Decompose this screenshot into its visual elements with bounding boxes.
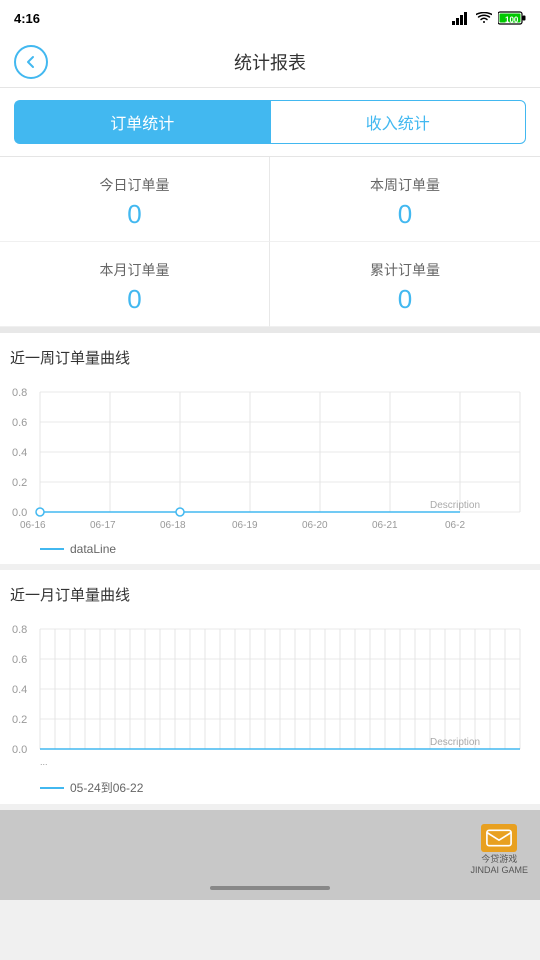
monthly-legend-text: 05-24到06-22 [70,779,143,796]
weekly-chart-section: 近一周订单量曲线 0.8 0.6 0.4 0.2 0.0 06-16 [0,333,540,564]
svg-text:06-16: 06-16 [20,520,46,531]
svg-text:0.8: 0.8 [12,624,27,636]
stat-month-value: 0 [127,286,141,312]
watermark-icon [481,824,517,852]
svg-text:0.6: 0.6 [12,417,27,429]
back-icon [23,54,39,70]
status-icons: 100 [452,11,526,25]
svg-text:06-19: 06-19 [232,520,258,531]
svg-text:100: 100 [505,16,519,25]
svg-text:0.2: 0.2 [12,714,27,726]
svg-text:0.0: 0.0 [12,744,27,756]
svg-text:0.6: 0.6 [12,654,27,666]
stat-today-label: 今日订单量 [100,175,170,195]
weekly-chart-container: 0.8 0.6 0.4 0.2 0.0 06-16 06-17 06-18 [10,378,530,538]
monthly-chart-legend: 05-24到06-22 [10,779,530,796]
header: 统计报表 [0,36,540,88]
svg-text:Description: Description [430,500,480,511]
bottom-area: 今贷游戏 JINDAI GAME [0,810,540,900]
weekly-chart-legend: dataLine [10,542,530,556]
status-time: 4:16 [14,11,40,26]
envelope-icon [485,827,513,849]
svg-text:0.0: 0.0 [12,507,27,519]
watermark: 今贷游戏 JINDAI GAME [470,824,528,876]
svg-text:0.4: 0.4 [12,447,27,459]
back-button[interactable] [14,45,48,79]
svg-text:06-21: 06-21 [372,520,398,531]
stat-month-label: 本月订单量 [100,260,170,280]
stat-week-value: 0 [398,201,412,227]
svg-text:...: ... [40,757,48,767]
stat-total-orders: 累计订单量 0 [270,242,540,327]
monthly-legend-line [40,787,64,789]
stat-month-orders: 本月订单量 0 [0,242,270,327]
stat-today-orders: 今日订单量 0 [0,157,270,242]
tab-switch: 订单统计 收入统计 [0,88,540,157]
monthly-chart-title: 近一月订单量曲线 [10,584,530,605]
svg-text:0.8: 0.8 [12,387,27,399]
svg-text:Description: Description [430,737,480,748]
status-bar: 4:16 100 [0,0,540,36]
stat-week-label: 本周订单量 [370,175,440,195]
monthly-chart-svg: 0.8 0.6 0.4 0.2 0.0 [10,615,530,775]
signal-icon [452,12,470,25]
svg-text:0.4: 0.4 [12,684,27,696]
tab-income[interactable]: 收入统计 [270,100,527,144]
weekly-legend-line [40,548,64,550]
battery-icon: 100 [498,11,526,25]
monthly-chart-section: 近一月订单量曲线 0.8 0.6 0.4 0.2 0.0 [0,570,540,804]
weekly-chart-svg: 0.8 0.6 0.4 0.2 0.0 06-16 06-17 06-18 [10,378,530,538]
weekly-chart-title: 近一周订单量曲线 [10,347,530,368]
home-indicator [210,886,330,890]
weekly-legend-text: dataLine [70,542,116,556]
stat-week-orders: 本周订单量 0 [270,157,540,242]
wifi-icon [476,12,492,24]
stat-total-value: 0 [398,286,412,312]
monthly-chart-container: 0.8 0.6 0.4 0.2 0.0 [10,615,530,775]
svg-text:06-20: 06-20 [302,520,328,531]
stat-today-value: 0 [127,201,141,227]
svg-text:06-2: 06-2 [445,520,465,531]
stats-grid: 今日订单量 0 本周订单量 0 本月订单量 0 累计订单量 0 [0,157,540,333]
stat-total-label: 累计订单量 [370,260,440,280]
tab-order[interactable]: 订单统计 [14,100,270,144]
watermark-text: 今贷游戏 JINDAI GAME [470,854,528,876]
page-title: 统计报表 [234,49,306,75]
svg-text:06-17: 06-17 [90,520,116,531]
svg-text:0.2: 0.2 [12,477,27,489]
svg-text:06-18: 06-18 [160,520,186,531]
